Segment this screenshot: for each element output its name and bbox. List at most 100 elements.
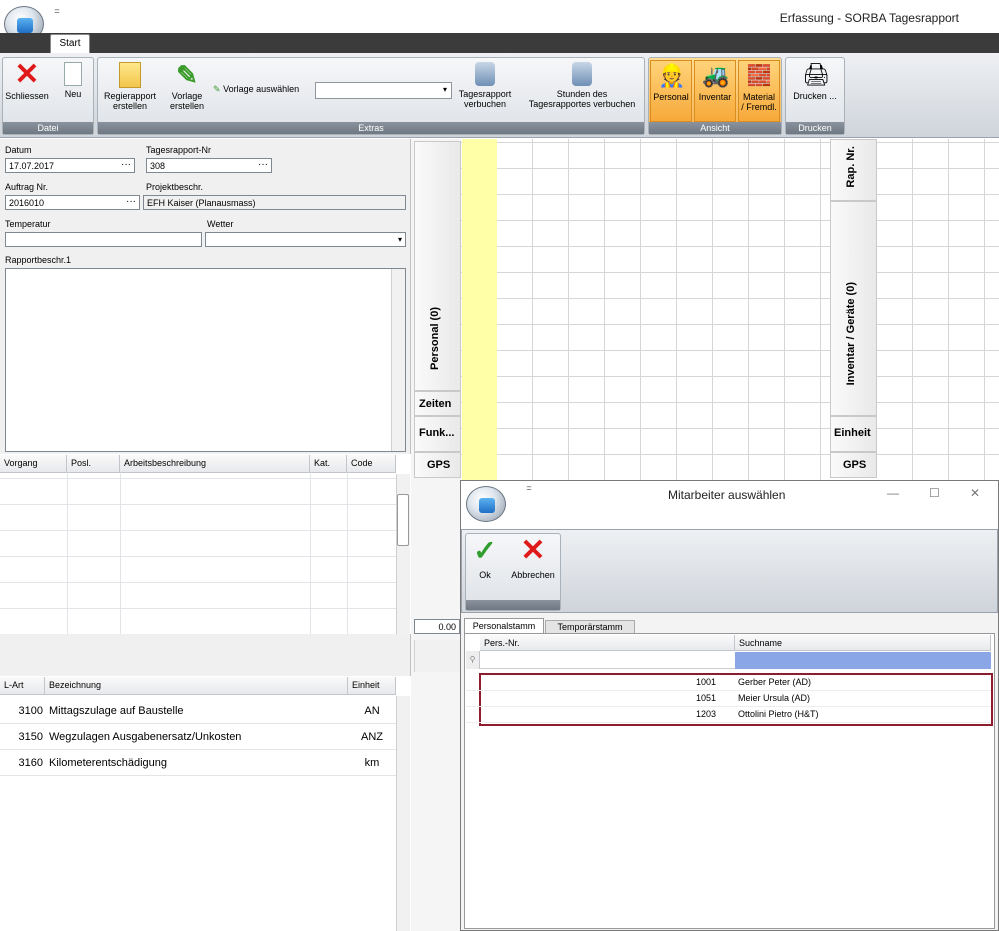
- ellipsis-icon[interactable]: ···: [121, 159, 131, 171]
- table-row[interactable]: 3160 Kilometerentschädigung km: [0, 750, 396, 776]
- tages-label-2: verbuchen: [463, 99, 507, 109]
- dialog-title: Mitarbeiter auswählen: [668, 488, 786, 502]
- tagesrapport-verbuchen-button[interactable]: Tagesrapport verbuchen: [452, 62, 518, 109]
- suchname-cell: Meier Ursula (AD): [738, 693, 811, 703]
- vorgang-scroll-thumb[interactable]: [397, 494, 409, 546]
- abbrechen-button[interactable]: ✕ Abbrechen: [506, 534, 560, 581]
- col-kat[interactable]: Kat.: [310, 455, 347, 473]
- stunden-verbuchen-button[interactable]: Stunden des Tagesrapportes verbuchen: [520, 62, 644, 109]
- col-arbeitsbeschreibung[interactable]: Arbeitsbeschreibung: [120, 455, 310, 473]
- tab-start[interactable]: Start: [50, 34, 90, 54]
- cancel-icon: ✕: [520, 534, 546, 567]
- datum-field[interactable]: 17.07.2017 ···: [5, 158, 135, 173]
- col-pers-nr[interactable]: Pers.-Nr.: [480, 635, 735, 651]
- quick-access-toolbar[interactable]: =: [48, 6, 66, 18]
- filter-suchname[interactable]: [735, 652, 991, 669]
- ellipsis-icon[interactable]: ···: [258, 159, 268, 171]
- horizontal-scrollbar[interactable]: [414, 640, 460, 672]
- rapportbeschr-textarea[interactable]: [5, 268, 406, 452]
- col-suchname[interactable]: Suchname: [735, 635, 991, 651]
- lart-scrollbar[interactable]: [396, 696, 410, 931]
- col-vorgang[interactable]: Vorgang: [0, 455, 67, 473]
- regie-label-1: Regierapport: [103, 91, 157, 101]
- abbrechen-label: Abbrechen: [511, 570, 555, 580]
- col-bezeichnung[interactable]: Bezeichnung: [45, 677, 348, 695]
- tab-temporaerstamm[interactable]: Temporärstamm: [545, 620, 635, 633]
- temperatur-field[interactable]: [5, 232, 202, 247]
- tages-label-1: Tagesrapport: [458, 89, 512, 99]
- regierapport-button[interactable]: Regierapport erstellen: [100, 62, 160, 111]
- stunden-label-2: Tagesrapportes verbuchen: [528, 99, 636, 109]
- schliessen-button[interactable]: ✕ Schliessen: [4, 58, 50, 102]
- drucken-button[interactable]: 🖨 Drucken ...: [787, 62, 843, 101]
- minimize-icon[interactable]: —: [887, 486, 899, 500]
- inventar-header: Inventar / Geräte (0): [830, 201, 877, 416]
- tab-personalstamm[interactable]: Personalstamm: [464, 618, 544, 633]
- vorlage-auswaehlen-label: ✎ Vorlage auswählen: [213, 84, 300, 94]
- auftrag-field[interactable]: 2016010 ···: [5, 195, 140, 210]
- filter-pers-nr[interactable]: [480, 652, 735, 669]
- col-divider: [67, 474, 68, 634]
- inventar-view-button[interactable]: 🚜 Inventar: [694, 60, 736, 122]
- suchname-cell: Gerber Peter (AD): [738, 677, 812, 687]
- auftrag-label: Auftrag Nr.: [5, 182, 49, 192]
- vorlage-label-1: Vorlage: [171, 91, 203, 101]
- group-datei-label: Datei: [3, 122, 93, 134]
- col-posl[interactable]: Posl.: [67, 455, 120, 473]
- close-icon: ✕: [14, 58, 40, 91]
- material-pallet-icon: 🧱: [746, 65, 772, 87]
- wetter-select[interactable]: ▾: [205, 232, 406, 247]
- table-row[interactable]: 1001 Gerber Peter (AD): [466, 675, 991, 691]
- material-view-button[interactable]: 🧱 Material / Fremdl.: [738, 60, 780, 122]
- dialog-orb[interactable]: [466, 486, 506, 522]
- personal-view-button[interactable]: 👷 Personal: [650, 60, 692, 122]
- personal-header: Personal (0): [414, 141, 461, 391]
- rapport-nr-field[interactable]: 308 ···: [146, 158, 272, 173]
- table-row[interactable]: 3150 Wegzulagen Ausgabenersatz/Unkosten …: [0, 724, 396, 750]
- pencil-icon: ✎: [213, 84, 221, 94]
- filter-icon[interactable]: ⚲: [466, 651, 480, 669]
- ok-button[interactable]: ✓ Ok: [468, 537, 502, 581]
- material-label-2: / Fremdl.: [741, 102, 777, 112]
- textarea-scrollbar[interactable]: [391, 269, 405, 451]
- table-row[interactable]: 3100 Mittagszulage auf Baustelle AN: [0, 698, 396, 724]
- col-divider: [347, 474, 348, 634]
- gps-header: GPS: [414, 452, 461, 478]
- table-row[interactable]: 1203 Ottolini Pietro (H&T): [466, 707, 991, 723]
- col-lart[interactable]: L-Art: [0, 677, 45, 695]
- inventar-grid[interactable]: [877, 139, 999, 480]
- rap-nr-label: Rap. Nr.: [845, 146, 857, 188]
- bezeichnung-cell: Wegzulagen Ausgabenersatz/Unkosten: [49, 731, 242, 743]
- einheit-cell: ANZ: [361, 731, 383, 743]
- col-einheit[interactable]: Einheit: [348, 677, 396, 695]
- col-code[interactable]: Code: [347, 455, 396, 473]
- col-divider: [120, 474, 121, 634]
- wetter-label: Wetter: [207, 219, 234, 229]
- close-icon[interactable]: ✕: [970, 486, 980, 500]
- col-divider: [310, 474, 311, 634]
- zeiten-header: Zeiten: [414, 391, 461, 416]
- printer-icon: 🖨: [802, 62, 830, 87]
- stunden-label-1: Stunden des: [556, 89, 608, 99]
- funk-header: Funk...: [414, 416, 461, 452]
- vorlage-combo[interactable]: [315, 82, 452, 99]
- vorgang-rows[interactable]: [0, 474, 396, 634]
- pencil-plus-icon: ✎: [176, 60, 198, 90]
- rapport-nr-label: Tagesrapport-Nr: [146, 145, 212, 155]
- database-upload-icon: [572, 62, 592, 86]
- maximize-icon[interactable]: ☐: [929, 486, 940, 500]
- dialog-quick-access[interactable]: =: [520, 483, 538, 495]
- pers-nr-cell: 1203: [695, 709, 716, 719]
- ribbon-tabstrip: [0, 33, 999, 53]
- neu-button[interactable]: Neu: [54, 62, 92, 99]
- total-hours-field: 0.00: [414, 619, 460, 634]
- vorlage-erstellen-button[interactable]: ✎ Vorlage erstellen: [162, 62, 212, 111]
- pers-nr-cell: 1051: [695, 693, 716, 703]
- pers-nr-cell: 1001: [695, 677, 716, 687]
- ellipsis-icon[interactable]: ···: [126, 196, 136, 208]
- personal-grid[interactable]: [461, 139, 830, 480]
- datum-label: Datum: [5, 145, 32, 155]
- personal-header-label: Personal (0): [429, 307, 441, 370]
- database-upload-icon: [475, 62, 495, 86]
- table-row[interactable]: 1051 Meier Ursula (AD): [466, 691, 991, 707]
